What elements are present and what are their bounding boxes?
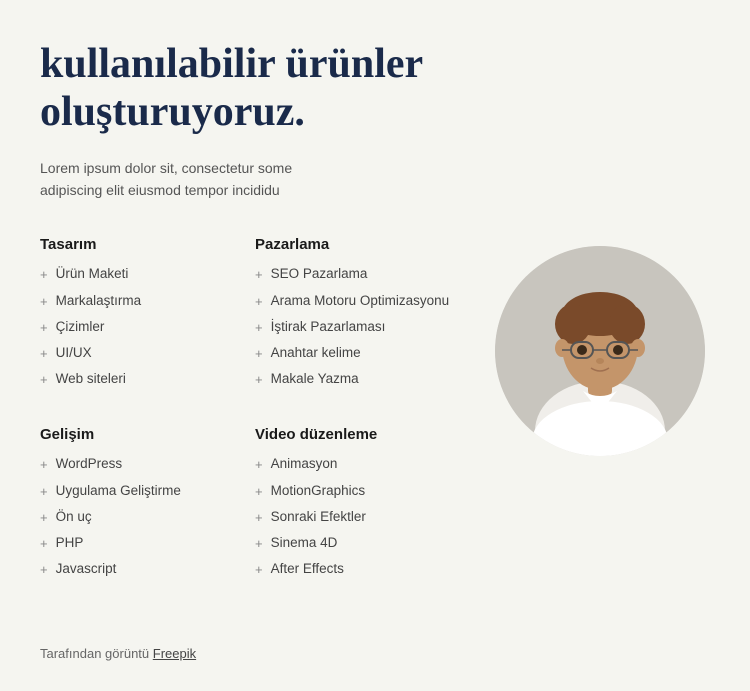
list-item-text: MotionGraphics	[271, 482, 366, 501]
list-item: + Çizimler	[40, 318, 255, 337]
category-title-pazarlama: Pazarlama	[255, 236, 470, 253]
plus-icon: +	[255, 483, 263, 501]
category-list-tasarim: + Ürün Maketi + Markalaştırma + Çizimler + UI/U…	[40, 265, 255, 389]
list-item-text: Markalaştırma	[56, 292, 142, 311]
plus-icon: +	[40, 561, 48, 579]
list-item: + Animasyon	[255, 455, 470, 474]
category-gelisim: Gelişim + WordPress + Uygulama Geliştirme + Ön…	[40, 426, 255, 586]
list-item: + WordPress	[40, 455, 255, 474]
list-item-text: Ürün Maketi	[56, 265, 129, 284]
category-tasarim: Tasarım + Ürün Maketi + Markalaştırma + Çiziml…	[40, 236, 255, 396]
category-title-video: Video düzenleme	[255, 426, 470, 443]
list-item: + UI/UX	[40, 344, 255, 363]
list-item: + Web siteleri	[40, 370, 255, 389]
list-item-text: PHP	[56, 534, 84, 553]
list-item: + Sonraki Efektler	[255, 508, 470, 527]
plus-icon: +	[40, 345, 48, 363]
list-item-text: Çizimler	[56, 318, 105, 337]
plus-icon: +	[40, 509, 48, 527]
plus-icon: +	[40, 535, 48, 553]
category-video: Video düzenleme + Animasyon + MotionGraphics…	[255, 426, 470, 586]
list-item: + Markalaştırma	[40, 292, 255, 311]
image-area	[490, 236, 710, 616]
person-photo	[495, 246, 705, 456]
list-item: + After Effects	[255, 560, 470, 579]
list-item-text: Anahtar kelime	[271, 344, 361, 363]
list-item: + Ürün Maketi	[40, 265, 255, 284]
subtitle: Lorem ipsum dolor sit, consectetur some …	[40, 157, 710, 202]
list-item: + Uygulama Geliştirme	[40, 482, 255, 501]
list-item-text: Web siteleri	[56, 370, 126, 389]
plus-icon: +	[40, 456, 48, 474]
category-pazarlama: Pazarlama + SEO Pazarlama + Arama Motoru Opt…	[255, 236, 470, 396]
footer: Tarafından görüntü Freepik	[40, 646, 710, 661]
list-item: + Ön uç	[40, 508, 255, 527]
category-list-pazarlama: + SEO Pazarlama + Arama Motoru Optimizasyon…	[255, 265, 470, 389]
category-list-video: + Animasyon + MotionGraphics + Sonraki Efektl…	[255, 455, 470, 579]
list-item-text: WordPress	[56, 455, 123, 474]
list-item-text: Sonraki Efektler	[271, 508, 366, 527]
plus-icon: +	[255, 535, 263, 553]
freepik-link[interactable]: Freepik	[153, 646, 196, 661]
list-item-text: İştirak Pazarlaması	[271, 318, 386, 337]
plus-icon: +	[40, 266, 48, 284]
page-title: kullanılabilir ürünler oluşturuyoruz.	[40, 40, 710, 137]
plus-icon: +	[255, 266, 263, 284]
list-item-text: Ön uç	[56, 508, 92, 527]
plus-icon: +	[40, 483, 48, 501]
plus-icon: +	[255, 456, 263, 474]
lists-area: Tasarım+Ürün Maketi+Markalaştırma+Çiziml…	[40, 236, 470, 616]
list-item-text: Uygulama Geliştirme	[56, 482, 181, 501]
plus-icon: +	[40, 319, 48, 337]
list-item: + İştirak Pazarlaması	[255, 318, 470, 337]
list-item: + Sinema 4D	[255, 534, 470, 553]
plus-icon: +	[40, 293, 48, 311]
plus-icon: +	[255, 561, 263, 579]
list-item-text: Arama Motoru Optimizasyonu	[271, 292, 450, 311]
list-item-text: After Effects	[271, 560, 344, 579]
plus-icon: +	[255, 371, 263, 389]
list-item: + MotionGraphics	[255, 482, 470, 501]
list-item-text: SEO Pazarlama	[271, 265, 368, 284]
list-item: + PHP	[40, 534, 255, 553]
list-item-text: UI/UX	[56, 344, 92, 363]
list-item-text: Javascript	[56, 560, 117, 579]
list-item-text: Animasyon	[271, 455, 338, 474]
list-item: + SEO Pazarlama	[255, 265, 470, 284]
content-area: Tasarım+Ürün Maketi+Markalaştırma+Çiziml…	[40, 236, 710, 616]
list-item: + Anahtar kelime	[255, 344, 470, 363]
list-item: + Makale Yazma	[255, 370, 470, 389]
list-item-text: Makale Yazma	[271, 370, 359, 389]
plus-icon: +	[255, 319, 263, 337]
list-item: + Arama Motoru Optimizasyonu	[255, 292, 470, 311]
plus-icon: +	[255, 345, 263, 363]
plus-icon: +	[255, 293, 263, 311]
list-item: + Javascript	[40, 560, 255, 579]
category-title-gelisim: Gelişim	[40, 426, 255, 443]
plus-icon: +	[255, 509, 263, 527]
plus-icon: +	[40, 371, 48, 389]
category-title-tasarim: Tasarım	[40, 236, 255, 253]
list-item-text: Sinema 4D	[271, 534, 338, 553]
category-list-gelisim: + WordPress + Uygulama Geliştirme + Ön uç + PHP…	[40, 455, 255, 579]
